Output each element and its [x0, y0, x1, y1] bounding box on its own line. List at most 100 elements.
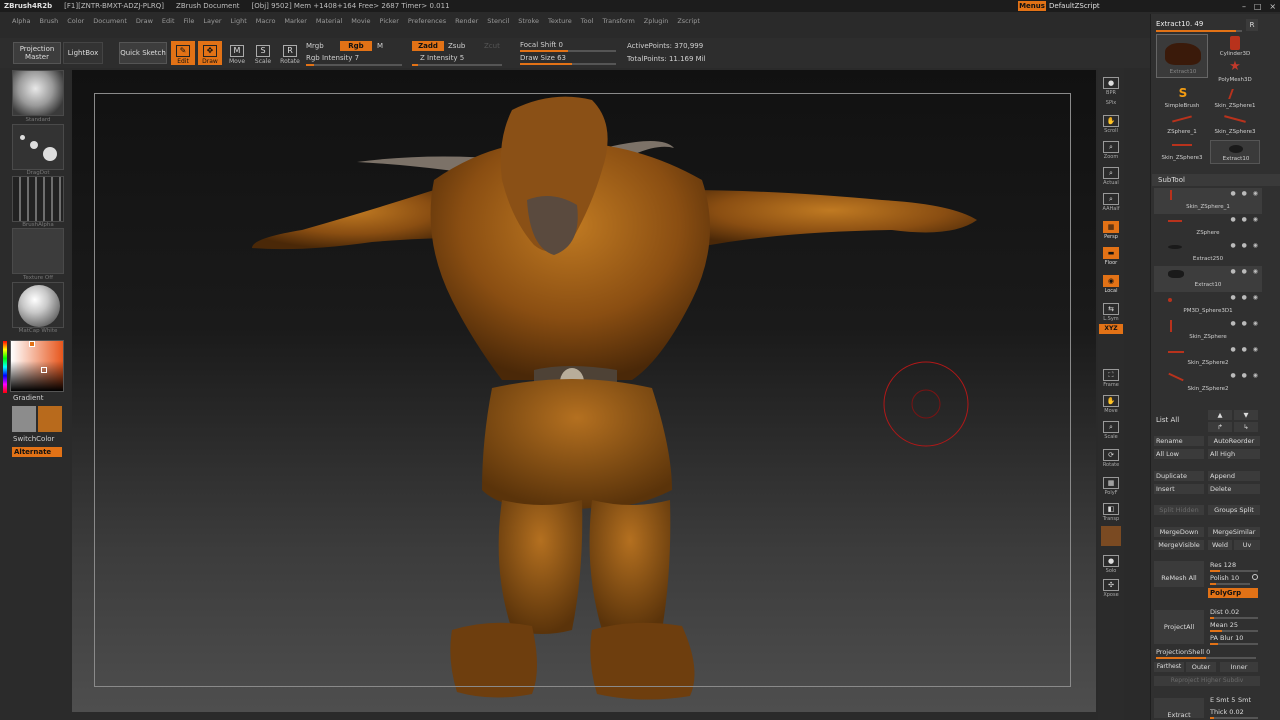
- xpose-button[interactable]: ✣ Xpose: [1099, 574, 1123, 598]
- texture-selector[interactable]: [12, 228, 64, 274]
- menu-transform[interactable]: Transform: [602, 17, 634, 25]
- draw-size-track[interactable]: [520, 63, 616, 65]
- mergesimilar-button[interactable]: MergeSimilar: [1208, 527, 1260, 537]
- all-high-button[interactable]: All High: [1208, 449, 1260, 459]
- spix-slider[interactable]: SPix: [1099, 94, 1123, 106]
- z-intensity-track[interactable]: [412, 64, 502, 66]
- zoom-button[interactable]: ⌕ Zoom: [1099, 136, 1123, 160]
- pa-blur-track[interactable]: [1210, 643, 1258, 645]
- rename-button[interactable]: Rename: [1154, 436, 1204, 446]
- secondary-color-swatch[interactable]: [12, 406, 36, 432]
- quick-sketch-button[interactable]: Quick Sketch: [119, 42, 167, 64]
- mean-track[interactable]: [1210, 630, 1258, 632]
- subtool-row[interactable]: ● ● ◉ ZSphere: [1154, 214, 1262, 240]
- subtool-eye-icon[interactable]: ● ● ◉: [1230, 294, 1260, 301]
- edit-button[interactable]: ✎ Edit: [171, 41, 195, 65]
- thick-track[interactable]: [1210, 717, 1258, 719]
- groups-split-button[interactable]: Groups Split: [1208, 505, 1260, 515]
- menus-button[interactable]: Menus: [1018, 1, 1046, 11]
- rgb-intensity-slider[interactable]: Rgb Intensity 7: [306, 54, 359, 62]
- frame-button[interactable]: ⛶ Frame: [1099, 364, 1123, 388]
- inner-button[interactable]: Inner: [1220, 662, 1258, 672]
- arrow-curve-down-button[interactable]: ↳: [1234, 422, 1258, 432]
- brush-selector[interactable]: [12, 70, 64, 116]
- projection-shell-track[interactable]: [1156, 657, 1256, 659]
- menu-edit[interactable]: Edit: [162, 17, 175, 25]
- subtool-row[interactable]: ● ● ◉ Extract250: [1154, 240, 1262, 266]
- e-smt-slider[interactable]: E Smt 5: [1210, 696, 1236, 706]
- mrgb-toggle[interactable]: Mrgb: [306, 42, 324, 50]
- transp-button[interactable]: ◧ Transp: [1099, 498, 1123, 522]
- subtool-row-selected[interactable]: ● ● ◉ Extract10: [1154, 266, 1262, 292]
- dist-track[interactable]: [1210, 617, 1258, 619]
- reproject-higher-subdiv-button[interactable]: Reproject Higher Subdiv: [1154, 676, 1260, 686]
- rgb-intensity-track[interactable]: [306, 64, 402, 66]
- uv-button[interactable]: Uv: [1234, 540, 1260, 550]
- alpha-selector[interactable]: [12, 176, 64, 222]
- polish-circle-icon[interactable]: [1252, 574, 1258, 580]
- bpr-button[interactable]: ● BPR: [1099, 72, 1123, 96]
- main-color-swatch[interactable]: [38, 406, 62, 432]
- subtool-eye-icon[interactable]: ● ● ◉: [1230, 190, 1260, 197]
- menu-zplugin[interactable]: Zplugin: [644, 17, 669, 25]
- arrow-up-button[interactable]: ▲: [1208, 410, 1232, 420]
- autoreorder-button[interactable]: AutoReorder: [1208, 436, 1260, 446]
- res-track[interactable]: [1210, 570, 1258, 572]
- solo-button[interactable]: ● Solo: [1099, 550, 1123, 574]
- lsym-button[interactable]: ⇆ L.Sym: [1099, 298, 1123, 322]
- split-hidden-button[interactable]: Split Hidden: [1154, 505, 1204, 515]
- tool-thumb-zsphere1[interactable]: ZSphere_1: [1156, 112, 1208, 138]
- zadd-toggle[interactable]: Zadd: [412, 41, 444, 51]
- scale-view-button[interactable]: ⌕ Scale: [1099, 416, 1123, 440]
- menu-alpha[interactable]: Alpha: [12, 17, 30, 25]
- alternate-button[interactable]: Alternate: [12, 447, 62, 457]
- append-button[interactable]: Append: [1208, 471, 1260, 481]
- polish-track[interactable]: [1210, 583, 1250, 585]
- arrow-curve-up-button[interactable]: ↱: [1208, 422, 1232, 432]
- tool-thumb-extract10-b[interactable]: Extract10: [1210, 140, 1260, 164]
- menu-tool[interactable]: Tool: [581, 17, 594, 25]
- tool-thumb-simplebrush[interactable]: S SimpleBrush: [1156, 86, 1208, 112]
- subtool-eye-icon[interactable]: ● ● ◉: [1230, 372, 1260, 379]
- rgb-toggle[interactable]: Rgb: [340, 41, 372, 51]
- scale-button[interactable]: S Scale: [251, 41, 275, 65]
- maximize-icon[interactable]: □: [1254, 2, 1262, 11]
- move-view-button[interactable]: ✋ Move: [1099, 390, 1123, 414]
- menu-marker[interactable]: Marker: [284, 17, 306, 25]
- delete-button[interactable]: Delete: [1208, 484, 1260, 494]
- menu-draw[interactable]: Draw: [136, 17, 153, 25]
- material-swatch[interactable]: [1101, 526, 1121, 546]
- current-tool-slider[interactable]: [1156, 30, 1242, 32]
- menu-movie[interactable]: Movie: [351, 17, 370, 25]
- tool-thumb-cylinder3d[interactable]: Cylinder3D: [1210, 34, 1260, 60]
- m-toggle[interactable]: M: [377, 42, 383, 50]
- tool-thumb-skin-zsphere3[interactable]: Skin_ZSphere3: [1210, 112, 1260, 138]
- mergedown-button[interactable]: MergeDown: [1154, 527, 1204, 537]
- menu-preferences[interactable]: Preferences: [408, 17, 446, 25]
- stroke-selector[interactable]: [12, 124, 64, 170]
- draw-size-slider[interactable]: Draw Size 63: [520, 54, 566, 62]
- gradient-label[interactable]: Gradient: [13, 394, 43, 402]
- switch-color-button[interactable]: SwitchColor: [13, 435, 54, 443]
- subtool-eye-icon[interactable]: ● ● ◉: [1230, 346, 1260, 353]
- z-intensity-slider[interactable]: Z Intensity 5: [420, 54, 464, 62]
- subtool-eye-icon[interactable]: ● ● ◉: [1230, 268, 1260, 275]
- color-picker[interactable]: [3, 340, 64, 393]
- project-all-button[interactable]: ProjectAll: [1154, 610, 1204, 644]
- list-all-button[interactable]: List All: [1156, 416, 1202, 426]
- subtool-row[interactable]: ● ● ◉ Skin_ZSphere2: [1154, 370, 1262, 396]
- tool-thumb-extract10[interactable]: Extract10: [1156, 34, 1208, 78]
- close-icon[interactable]: ×: [1269, 2, 1276, 11]
- arrow-down-button[interactable]: ▼: [1234, 410, 1258, 420]
- mergevisible-button[interactable]: MergeVisible: [1154, 540, 1204, 550]
- lightbox-button[interactable]: LightBox: [63, 42, 103, 64]
- outer-button[interactable]: Outer: [1186, 662, 1216, 672]
- subtool-row[interactable]: ● ● ◉ PM3D_Sphere3D1: [1154, 292, 1262, 318]
- polygrp-button[interactable]: PolyGrp: [1208, 588, 1258, 598]
- subtool-row[interactable]: ● ● ◉ Skin_ZSphere_1: [1154, 188, 1262, 214]
- local-button[interactable]: ◉ Local: [1099, 270, 1123, 294]
- minimize-icon[interactable]: –: [1242, 2, 1246, 11]
- menu-zscript[interactable]: Zscript: [677, 17, 700, 25]
- subtool-header[interactable]: SubTool: [1152, 174, 1280, 186]
- projection-master-button[interactable]: Projection Master: [13, 42, 61, 64]
